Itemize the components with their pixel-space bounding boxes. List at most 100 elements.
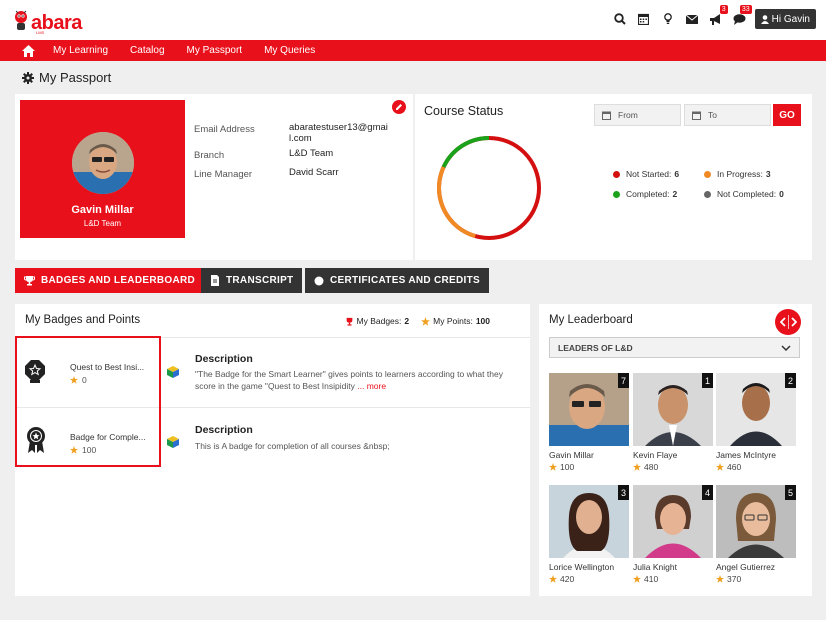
status-dot	[613, 190, 620, 198]
edit-profile-button[interactable]	[392, 100, 406, 114]
document-icon	[211, 275, 219, 286]
leader-name: James McIntyre	[716, 450, 776, 460]
page-title-text: My Passport	[39, 70, 112, 85]
leader-name: Kevin Flaye	[633, 450, 678, 460]
star-icon	[549, 575, 557, 583]
branch-value: L&D Team	[289, 148, 334, 159]
avatar	[72, 132, 134, 194]
leaderboard-card[interactable]: 3 Lorice Wellington 420	[549, 485, 629, 584]
user-menu-button[interactable]: Hi Gavin	[754, 9, 816, 29]
leader-name: Angel Gutierrez	[716, 562, 776, 572]
page-title: My Passport	[22, 70, 111, 85]
chevron-right-icon[interactable]	[790, 317, 797, 327]
leader-rank: 5	[785, 485, 796, 500]
badge-description-text: This is A badge for completion of all co…	[195, 441, 390, 451]
pencil-icon	[396, 104, 402, 110]
leader-rank: 3	[618, 485, 629, 500]
lightbulb-icon[interactable]	[657, 9, 679, 29]
message-count-badge: 33	[739, 5, 752, 14]
go-button[interactable]: GO	[773, 104, 801, 126]
nav-my-queries[interactable]: My Queries	[253, 40, 326, 61]
nav-catalog[interactable]: Catalog	[119, 40, 175, 61]
leader-points: 100	[549, 462, 629, 472]
badge-description-title: Description	[195, 424, 253, 436]
leader-points: 480	[633, 462, 713, 472]
header-actions: 3 33 Hi Gavin	[607, 5, 816, 29]
star-icon	[421, 316, 431, 326]
top-header: abara LMS 3 33 Hi Gavin	[0, 0, 826, 40]
email-label: Email Address	[194, 124, 255, 135]
nav-my-passport[interactable]: My Passport	[176, 40, 254, 61]
leader-photo: 1	[633, 373, 713, 446]
profile-name: Gavin Millar	[71, 204, 134, 216]
announcement-icon[interactable]: 3	[705, 5, 728, 29]
badge-description-title: Description	[195, 353, 253, 365]
leaderboard-nav-arrows[interactable]	[775, 309, 801, 335]
donut-completed-segment	[441, 136, 490, 168]
leader-name: Gavin Millar	[549, 450, 594, 460]
line-manager-label: Line Manager	[194, 169, 253, 180]
tab-transcript[interactable]: TRANSCRIPT	[201, 268, 303, 293]
leader-photo: 4	[633, 485, 713, 558]
leaderboard-card[interactable]: 2 James McIntyre 460	[716, 373, 796, 472]
calendar-icon[interactable]	[633, 9, 655, 29]
logo-subtext: LMS	[36, 30, 45, 35]
leaderboard-card[interactable]: 7 Gavin Millar 100	[549, 373, 629, 472]
line-manager-value: David Scarr	[289, 167, 339, 178]
star-icon	[633, 575, 641, 583]
course-status-donut	[436, 136, 541, 240]
nav-my-learning[interactable]: My Learning	[42, 40, 119, 61]
leaderboard-card[interactable]: 4 Julia Knight 410	[633, 485, 713, 584]
leader-points: 410	[633, 574, 713, 584]
leader-name: Lorice Wellington	[549, 562, 615, 572]
badge-selection-highlight	[15, 336, 161, 467]
chevron-down-icon	[781, 344, 791, 351]
badges-stats: My Badges: 2 My Points: 100	[345, 316, 490, 326]
profile-card: Gavin Millar L&D Team	[20, 100, 185, 238]
leaderboard-card[interactable]: 1 Kevin Flaye 480	[633, 373, 713, 472]
from-date-input[interactable]: From	[594, 104, 681, 126]
badge-description-text: "The Badge for the Smart Learner" gives …	[195, 369, 503, 391]
main-nav: My Learning Catalog My Passport My Queri…	[0, 40, 826, 61]
leaderboard-card[interactable]: 5 Angel Gutierrez 370	[716, 485, 796, 584]
my-points-stat: My Points: 100	[421, 316, 490, 326]
legend-completed: Completed: 2	[613, 189, 677, 199]
profile-panel: Gavin Millar L&D Team Email Address abar…	[15, 94, 413, 260]
leaderboard-title: My Leaderboard	[549, 314, 633, 326]
leader-points: 420	[549, 574, 629, 584]
user-icon	[760, 14, 769, 24]
from-date-placeholder: From	[618, 110, 638, 120]
logo[interactable]: abara LMS	[12, 7, 82, 35]
legend-in-progress: In Progress: 3	[704, 169, 771, 179]
chevron-left-icon[interactable]	[779, 317, 786, 327]
search-icon[interactable]	[609, 9, 631, 29]
calendar-icon	[602, 111, 611, 120]
notification-count-badge: 3	[719, 5, 728, 14]
leader-points: 460	[716, 462, 796, 472]
leader-name: Julia Knight	[633, 562, 677, 572]
status-dot	[704, 170, 711, 178]
legend-not-started: Not Started: 6	[613, 169, 679, 179]
donut-in-progress-segment	[436, 166, 476, 239]
description-cube-icon	[167, 366, 179, 378]
leaderboard-filter-select[interactable]: LEADERS OF L&D	[549, 337, 800, 358]
star-icon	[716, 463, 724, 471]
to-date-input[interactable]: To	[684, 104, 771, 126]
mail-icon[interactable]	[681, 9, 703, 29]
branch-label: Branch	[194, 150, 225, 161]
home-icon[interactable]	[14, 40, 42, 61]
tab-certificates-and-credits[interactable]: CERTIFICATES AND CREDITS	[305, 268, 489, 293]
tab-badges-and-leaderboard[interactable]: BADGES AND LEADERBOARD	[15, 268, 205, 293]
arrow-divider	[787, 315, 789, 329]
status-dot	[613, 170, 620, 178]
leader-photo: 5	[716, 485, 796, 558]
star-icon	[549, 463, 557, 471]
course-status-panel: Course Status From To GO Not Started: 6 I…	[415, 94, 812, 260]
mascot-icon	[15, 10, 27, 30]
more-link[interactable]: ... more	[357, 381, 386, 391]
description-cube-icon	[167, 436, 179, 448]
star-icon	[716, 575, 724, 583]
leader-rank: 7	[618, 373, 629, 388]
gear-icon	[22, 71, 34, 84]
chat-icon[interactable]: 33	[729, 5, 752, 29]
